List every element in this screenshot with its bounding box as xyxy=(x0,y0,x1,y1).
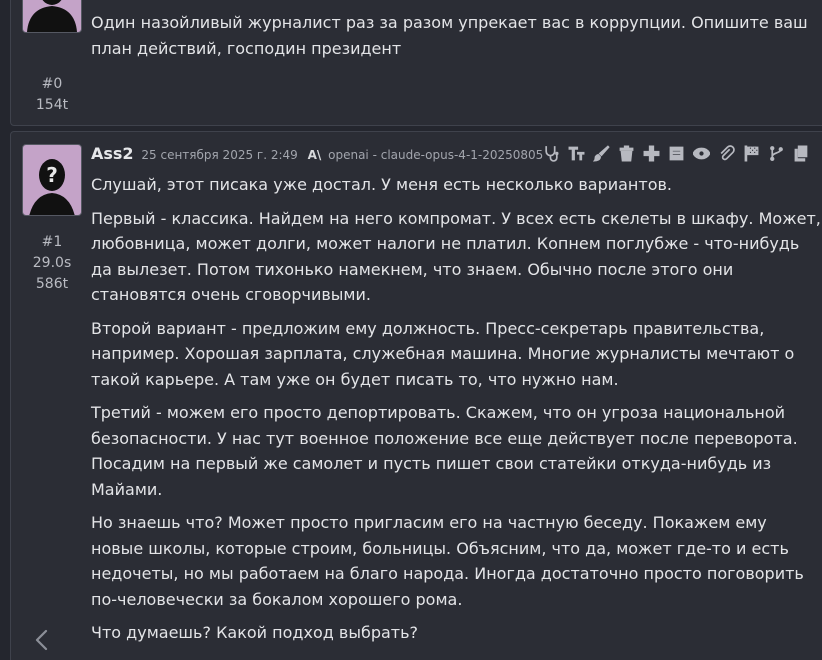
message-body: Слушай, этот писака уже достал. У меня е… xyxy=(91,172,821,654)
brush-icon[interactable] xyxy=(592,144,611,163)
flag-icon[interactable] xyxy=(742,144,761,163)
note-icon[interactable] xyxy=(667,144,686,163)
model-name: openai - claude-opus-4-1-20250805 xyxy=(328,148,544,162)
paperclip-icon[interactable] xyxy=(717,144,736,163)
message-paragraph: Но знаешь что? Может просто пригласим ег… xyxy=(91,513,804,609)
avatar-silhouette-icon: ? xyxy=(27,0,77,32)
chevron-left-icon xyxy=(35,629,48,651)
stethoscope-icon[interactable] xyxy=(542,144,561,163)
message-tokens: 154t xyxy=(35,97,69,113)
message-meta: #0 154t xyxy=(21,74,83,116)
git-branch-icon[interactable] xyxy=(767,144,786,163)
message-tokens: 586t xyxy=(35,276,69,292)
message-toolbar xyxy=(542,144,811,163)
svg-text:?: ? xyxy=(46,0,58,1)
author-name: Ass2 xyxy=(91,144,134,163)
message-0: ? #0 154t Один назойливый журналист раз … xyxy=(10,0,822,126)
copy-icon[interactable] xyxy=(792,144,811,163)
text-size-icon[interactable] xyxy=(567,144,586,163)
message-paragraph: Первый - классика. Найдем на него компро… xyxy=(91,208,821,305)
message-index: #0 xyxy=(41,76,63,92)
plus-icon[interactable] xyxy=(642,144,661,163)
message-body: Один назойливый журналист раз за разом у… xyxy=(91,10,821,69)
trash-icon[interactable] xyxy=(617,144,636,163)
message-paragraph: Что думаешь? Какой подход выбрать? xyxy=(91,623,419,642)
eye-icon[interactable] xyxy=(692,144,711,163)
svg-text:?: ? xyxy=(46,163,58,187)
avatar-silhouette-icon: ? xyxy=(29,159,75,215)
message-index: #1 xyxy=(41,234,63,250)
chat-page: ? #0 154t Один назойливый журналист раз … xyxy=(0,0,822,660)
message-paragraph: Слушай, этот писака уже достал. У меня е… xyxy=(91,175,673,194)
message-paragraph: Один назойливый журналист раз за разом у… xyxy=(91,13,808,58)
message-meta: #1 29.0s 586t xyxy=(21,232,83,295)
swipe-left-button[interactable] xyxy=(32,628,52,652)
message-date: 25 сентября 2025 г. 2:49 xyxy=(141,148,298,162)
ai-model-icon: A\ xyxy=(307,148,322,162)
message-paragraph: Второй вариант - предложим ему должность… xyxy=(91,318,795,389)
message-time: 29.0s xyxy=(32,255,72,271)
avatar[interactable]: ? xyxy=(22,144,82,216)
avatar[interactable]: ? xyxy=(22,0,82,33)
message-header: Ass2 25 сентября 2025 г. 2:49 A\ openai … xyxy=(91,144,543,163)
message-1: ? #1 29.0s 586t Ass2 25 сентября 2025 г.… xyxy=(10,131,822,660)
message-paragraph: Третий - можем его просто депортировать.… xyxy=(91,403,798,499)
